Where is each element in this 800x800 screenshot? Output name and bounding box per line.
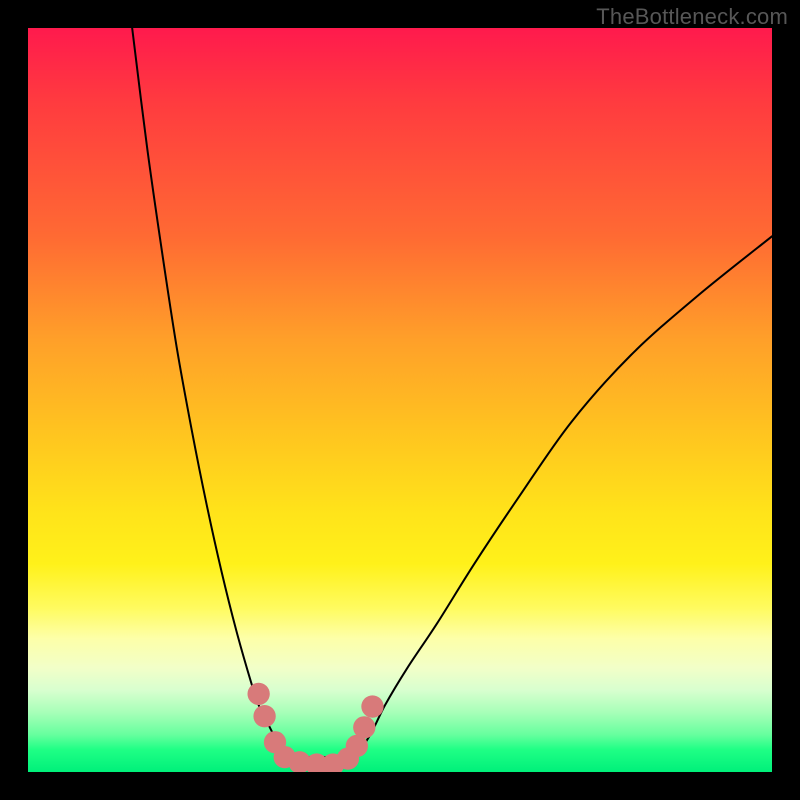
chart-outer-frame: TheBottleneck.com (0, 0, 800, 800)
valley-marker (361, 695, 383, 717)
plot-area (28, 28, 772, 772)
series-group (132, 28, 772, 757)
series-right-curve (355, 236, 772, 757)
valley-marker (247, 683, 269, 705)
valley-marker (353, 716, 375, 738)
valley-marker (253, 705, 275, 727)
watermark-label: TheBottleneck.com (596, 4, 788, 30)
chart-svg (28, 28, 772, 772)
series-left-curve (132, 28, 288, 757)
marker-group (247, 683, 383, 772)
